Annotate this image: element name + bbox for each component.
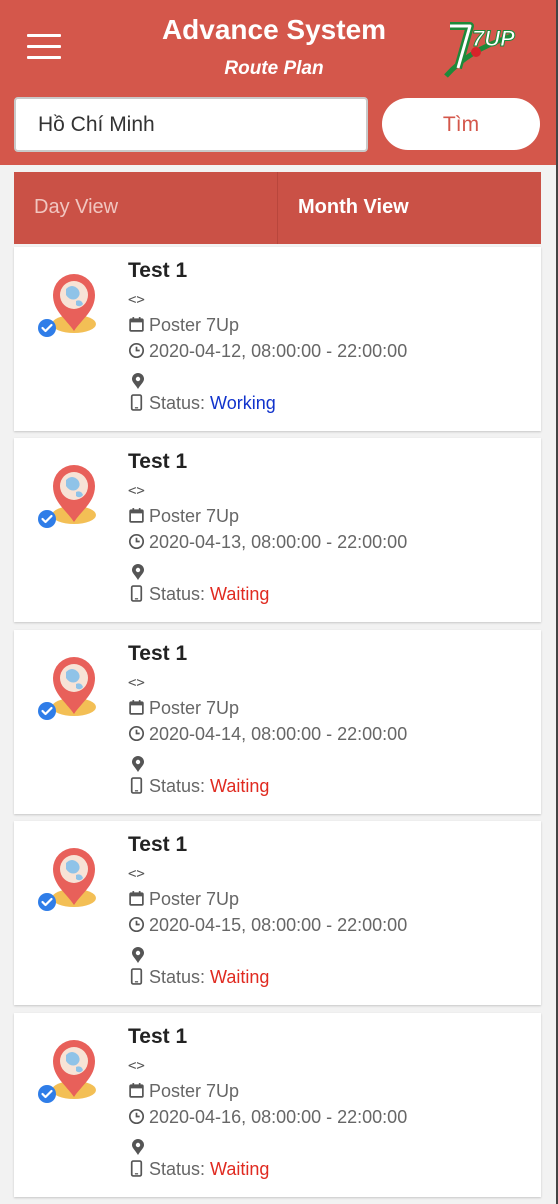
location-icon: [131, 564, 145, 581]
time-range: 2020-04-12, 08:00:00 - 22:00:00: [149, 341, 408, 361]
status-row: Status: Working: [128, 393, 276, 414]
location-icon: [131, 1139, 145, 1156]
view-tabs: Day View Month View: [14, 172, 541, 244]
calendar-icon: [128, 698, 149, 718]
route-card[interactable]: Test 1 <> Poster 7Up 2020-04-16, 08:00:00 -…: [14, 1013, 541, 1197]
status-row: Status: Waiting: [128, 967, 269, 988]
time-row: 2020-04-12, 08:00:00 - 22:00:00: [128, 341, 407, 362]
route-card[interactable]: Test 1 <> Poster 7Up 2020-04-12, 08:00:00 -…: [14, 247, 541, 431]
time-row: 2020-04-15, 08:00:00 - 22:00:00: [128, 915, 407, 936]
card-title: Test 1: [128, 450, 188, 473]
card-title: Test 1: [128, 259, 188, 282]
time-range: 2020-04-13, 08:00:00 - 22:00:00: [149, 532, 408, 552]
code-icon: <>: [128, 866, 145, 882]
clock-icon: [128, 915, 149, 935]
location-icon: [131, 947, 145, 964]
calendar-icon: [128, 1081, 149, 1101]
location-icon: [131, 373, 145, 390]
route-card[interactable]: Test 1 <> Poster 7Up 2020-04-15, 08:00:00 -…: [14, 821, 541, 1005]
map-pin-icon: [38, 462, 104, 542]
code-icon: <>: [128, 292, 145, 308]
status-label: Status:: [149, 967, 206, 987]
poster-name: Poster 7Up: [149, 889, 240, 909]
code-icon: <>: [128, 675, 145, 691]
status-value: Waiting: [210, 776, 270, 796]
code-icon: <>: [128, 483, 145, 499]
poster-row: Poster 7Up: [128, 698, 239, 719]
card-title: Test 1: [128, 833, 188, 856]
status-value: Waiting: [210, 1159, 270, 1179]
status-row: Status: Waiting: [128, 776, 269, 797]
map-pin-icon: [38, 1037, 104, 1117]
poster-row: Poster 7Up: [128, 315, 239, 336]
calendar-icon: [128, 506, 149, 526]
status-label: Status:: [149, 584, 206, 604]
card-title: Test 1: [128, 642, 188, 665]
poster-name: Poster 7Up: [149, 315, 240, 335]
logo-text: 7UP: [472, 26, 515, 51]
status-label: Status:: [149, 393, 206, 413]
tab-month-view[interactable]: Month View: [277, 172, 541, 244]
poster-row: Poster 7Up: [128, 1081, 239, 1102]
tab-day-view[interactable]: Day View: [14, 172, 277, 244]
time-row: 2020-04-14, 08:00:00 - 22:00:00: [128, 724, 407, 745]
location-search-input[interactable]: Hồ Chí Minh: [14, 97, 368, 152]
card-title: Test 1: [128, 1025, 188, 1048]
time-row: 2020-04-13, 08:00:00 - 22:00:00: [128, 532, 407, 553]
clock-icon: [128, 532, 149, 552]
device-icon: [128, 393, 149, 413]
status-label: Status:: [149, 776, 206, 796]
poster-name: Poster 7Up: [149, 1081, 240, 1101]
calendar-icon: [128, 889, 149, 909]
location-icon: [131, 756, 145, 773]
status-value: Waiting: [210, 584, 270, 604]
clock-icon: [128, 341, 149, 361]
search-button[interactable]: Tìm: [382, 98, 540, 150]
poster-row: Poster 7Up: [128, 506, 239, 527]
device-icon: [128, 584, 149, 604]
device-icon: [128, 967, 149, 987]
poster-name: Poster 7Up: [149, 698, 240, 718]
map-pin-icon: [38, 654, 104, 734]
device-icon: [128, 1159, 149, 1179]
time-row: 2020-04-16, 08:00:00 - 22:00:00: [128, 1107, 407, 1128]
time-range: 2020-04-15, 08:00:00 - 22:00:00: [149, 915, 408, 935]
status-value: Working: [210, 393, 276, 413]
calendar-icon: [128, 315, 149, 335]
route-card[interactable]: Test 1 <> Poster 7Up 2020-04-13, 08:00:00 -…: [14, 438, 541, 622]
7up-logo: 7UP: [444, 22, 516, 78]
status-label: Status:: [149, 1159, 206, 1179]
clock-icon: [128, 1107, 149, 1127]
device-icon: [128, 776, 149, 796]
code-icon: <>: [128, 1058, 145, 1074]
status-row: Status: Waiting: [128, 584, 269, 605]
time-range: 2020-04-14, 08:00:00 - 22:00:00: [149, 724, 408, 744]
map-pin-icon: [38, 271, 104, 351]
clock-icon: [128, 724, 149, 744]
status-row: Status: Waiting: [128, 1159, 269, 1180]
time-range: 2020-04-16, 08:00:00 - 22:00:00: [149, 1107, 408, 1127]
map-pin-icon: [38, 845, 104, 925]
poster-name: Poster 7Up: [149, 506, 240, 526]
status-value: Waiting: [210, 967, 270, 987]
route-card[interactable]: Test 1 <> Poster 7Up 2020-04-14, 08:00:00 -…: [14, 630, 541, 814]
poster-row: Poster 7Up: [128, 889, 239, 910]
